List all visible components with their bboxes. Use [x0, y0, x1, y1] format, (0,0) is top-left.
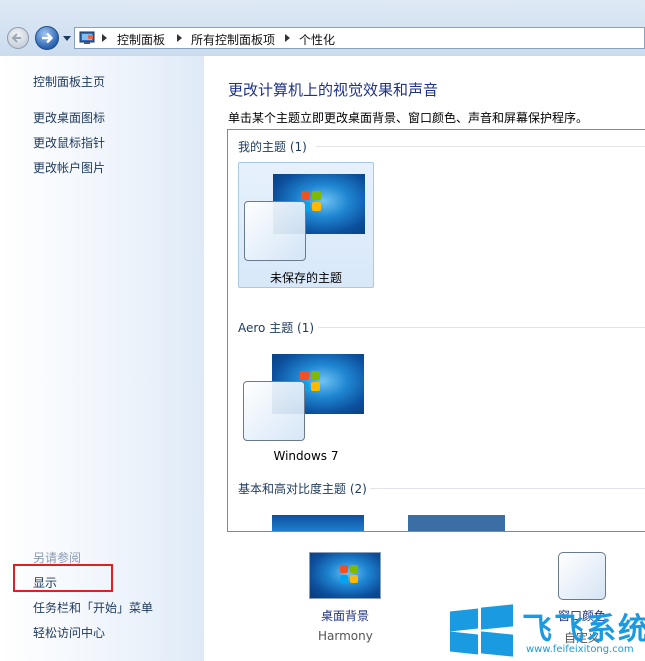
desktop-background-link[interactable]: 桌面背景: [321, 607, 369, 624]
group-title-my-themes: 我的主题 (1): [238, 140, 307, 154]
group-divider: [370, 488, 645, 489]
group-divider: [318, 327, 645, 328]
theme-list[interactable]: 我的主题 (1) 未保存的主题 Aero 主题 (1) Windows 7 基本…: [227, 129, 645, 532]
breadcrumb-control-panel[interactable]: 控制面板: [117, 31, 165, 48]
navigation-bar: 控制面板 所有控制面板项 个性化: [0, 0, 645, 56]
address-bar[interactable]: 控制面板 所有控制面板项 个性化: [74, 27, 645, 49]
breadcrumb-personalization[interactable]: 个性化: [299, 31, 335, 48]
breadcrumb-separator-icon[interactable]: [177, 34, 182, 42]
windows-logo-icon: [340, 565, 360, 585]
change-mouse-pointers-link[interactable]: 更改鼠标指针: [33, 134, 105, 151]
theme-name: 未保存的主题: [269, 271, 342, 285]
theme-name: Windows 7: [273, 449, 339, 463]
window-color-icon[interactable]: [558, 552, 606, 600]
back-button[interactable]: [7, 27, 29, 49]
group-title-basic-themes: 基本和高对比度主题 (2): [238, 482, 367, 496]
breadcrumb-all-items[interactable]: 所有控制面板项: [191, 31, 275, 48]
watermark-title: 飞飞系统: [522, 612, 645, 647]
page-title: 更改计算机上的视觉效果和声音: [228, 81, 439, 99]
back-arrow-icon: [11, 33, 21, 43]
watermark-url: www.feifeixitong.com: [526, 644, 634, 655]
control-panel-icon: [79, 31, 95, 44]
breadcrumb-separator-icon[interactable]: [285, 34, 290, 42]
theme-window-color-preview: [244, 201, 306, 261]
theme-tile-unsaved[interactable]: 未保存的主题: [238, 162, 374, 288]
forward-arrow-icon: [42, 32, 54, 44]
desktop-background-value: Harmony: [318, 629, 373, 643]
ease-of-access-link[interactable]: 轻松访问中心: [33, 624, 105, 641]
control-panel-home-link[interactable]: 控制面板主页: [33, 73, 105, 90]
change-desktop-icons-link[interactable]: 更改桌面图标: [33, 109, 105, 126]
theme-window-color-preview: [243, 381, 305, 441]
basic-theme-preview[interactable]: [272, 515, 364, 531]
page-description: 单击某个主题立即更改桌面背景、窗口颜色、声音和屏幕保护程序。: [228, 111, 589, 125]
recent-pages-dropdown[interactable]: [63, 36, 71, 41]
group-title-aero-themes: Aero 主题 (1): [238, 321, 315, 335]
display-highlight-box: [13, 564, 113, 592]
breadcrumb-separator-icon[interactable]: [102, 34, 107, 42]
classic-theme-preview[interactable]: [408, 515, 505, 531]
change-account-picture-link[interactable]: 更改帐户图片: [33, 159, 105, 176]
theme-tile-windows7[interactable]: Windows 7: [238, 343, 374, 469]
group-divider: [316, 146, 645, 147]
watermark-windows-logo-icon: [450, 604, 514, 657]
desktop-background-icon[interactable]: [309, 552, 381, 599]
forward-button[interactable]: [35, 26, 59, 50]
taskbar-start-menu-link[interactable]: 任务栏和「开始」菜单: [33, 599, 153, 616]
